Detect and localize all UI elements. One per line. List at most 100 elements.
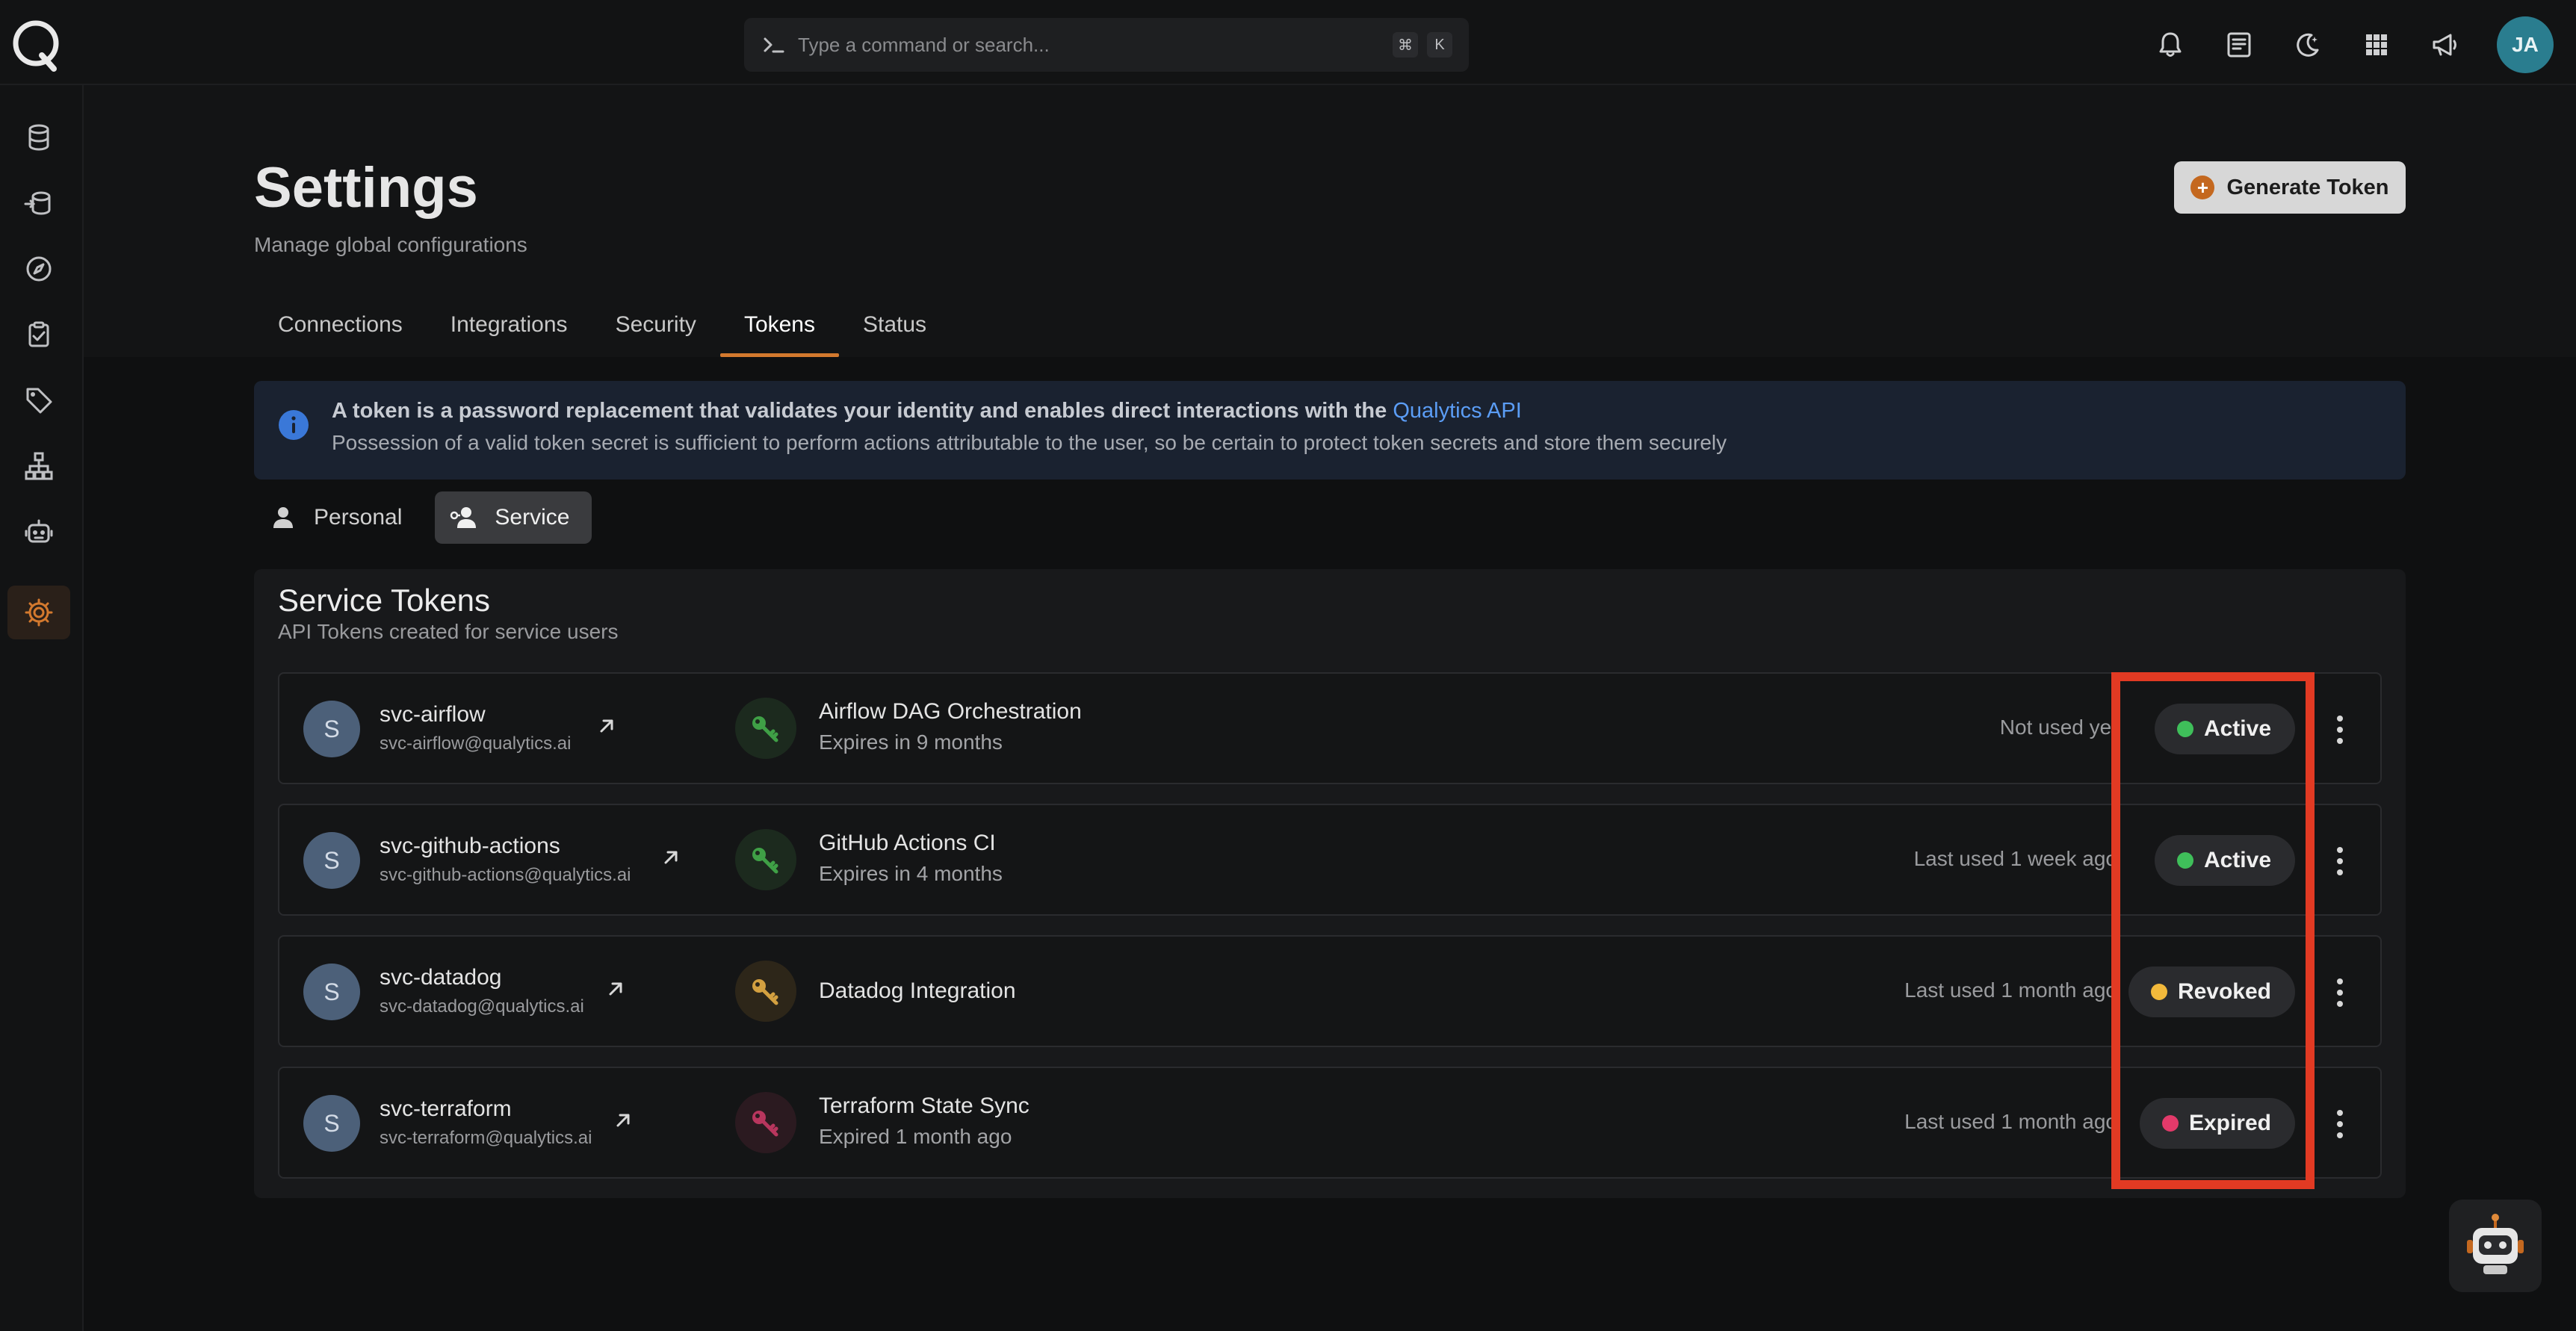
service-user-name: svc-github-actions — [380, 834, 560, 858]
top-bar: Type a command or search... ⌘ K JA — [0, 0, 2576, 85]
more-options-icon[interactable] — [2332, 974, 2347, 1011]
shortcut-cmd-key: ⌘ — [1393, 32, 1418, 58]
sidebar-tags-icon[interactable] — [7, 373, 70, 427]
page-title: Settings — [254, 156, 478, 220]
key-icon — [735, 961, 796, 1022]
sidebar-checks-clipboard-icon[interactable] — [7, 308, 70, 362]
tab-status[interactable]: Status — [839, 299, 950, 357]
status-badge: Active — [2154, 835, 2295, 886]
sidebar-settings-gear-icon[interactable] — [7, 586, 70, 639]
card-title: Service Tokens — [278, 583, 491, 618]
avatar: S — [303, 701, 360, 757]
avatar: S — [303, 1095, 360, 1152]
last-used-text: Last used 1 month ago — [1904, 1110, 2117, 1133]
apps-grid-icon[interactable] — [2359, 28, 2394, 62]
token-expiry: Expires in 9 months — [819, 730, 1003, 754]
key-icon — [735, 698, 796, 759]
search-placeholder: Type a command or search... — [798, 33, 1050, 56]
status-label: Active — [2203, 848, 2271, 872]
settings-tabs: Connections Integrations Security Tokens… — [254, 299, 950, 357]
avatar: S — [303, 964, 360, 1020]
command-search-bar[interactable]: Type a command or search... ⌘ K — [744, 18, 1469, 72]
status-badge: Active — [2154, 704, 2295, 754]
token-name: Datadog Integration — [819, 978, 1016, 1003]
more-options-icon[interactable] — [2332, 711, 2347, 748]
table-row[interactable]: S svc-terraform svc-terraform@qualytics.… — [278, 1067, 2382, 1179]
open-external-arrow-icon[interactable] — [611, 1108, 635, 1132]
token-name: GitHub Actions CI — [819, 831, 996, 855]
left-sidebar — [0, 85, 84, 1331]
service-user-name: svc-terraform — [380, 1096, 512, 1121]
status-dot — [2176, 721, 2193, 737]
last-used-text: Not used yet — [1999, 716, 2117, 739]
key-icon — [735, 1092, 796, 1153]
status-badge: Expired — [2139, 1098, 2295, 1149]
status-dot — [2161, 1115, 2179, 1132]
qualytics-logo-icon[interactable] — [9, 18, 63, 72]
tab-tokens[interactable]: Tokens — [719, 299, 840, 357]
generate-token-label: Generate Token — [2226, 175, 2389, 199]
key-icon — [735, 829, 796, 890]
more-options-icon[interactable] — [2332, 843, 2347, 880]
tab-integrations[interactable]: Integrations — [427, 299, 592, 357]
avatar: S — [303, 832, 360, 889]
status-label: Expired — [2188, 1111, 2271, 1135]
service-label: Service — [495, 505, 570, 530]
sidebar-hierarchy-icon[interactable] — [7, 439, 70, 493]
service-account-icon — [451, 507, 477, 528]
status-dot — [2150, 984, 2167, 1000]
open-external-arrow-icon[interactable] — [604, 977, 628, 1001]
sidebar-agent-robot-icon[interactable] — [7, 505, 70, 559]
terminal-prompt-icon — [764, 37, 784, 53]
plus-icon: + — [2190, 176, 2215, 199]
table-row[interactable]: S svc-airflow svc-airflow@qualytics.ai A… — [278, 672, 2382, 784]
personal-label: Personal — [314, 505, 403, 530]
token-expiry: Expires in 4 months — [819, 862, 1003, 885]
notifications-bell-icon[interactable] — [2153, 28, 2188, 62]
theme-moon-icon[interactable] — [2291, 28, 2325, 62]
sidebar-flows-icon[interactable] — [7, 176, 70, 230]
status-label: Revoked — [2177, 979, 2271, 1004]
info-line-2: Possession of a valid token secret is su… — [332, 431, 1727, 454]
table-row[interactable]: S svc-github-actions svc-github-actions@… — [278, 804, 2382, 916]
service-user-name: svc-datadog — [380, 965, 502, 990]
docs-icon[interactable] — [2222, 28, 2256, 62]
status-badge: Revoked — [2128, 967, 2295, 1017]
user-avatar[interactable]: JA — [2497, 16, 2554, 73]
sidebar-explore-compass-icon[interactable] — [7, 242, 70, 296]
person-icon — [273, 507, 293, 528]
page-subtitle: Manage global configurations — [254, 233, 527, 256]
shortcut-k-key: K — [1427, 32, 1452, 58]
card-subtitle: API Tokens created for service users — [278, 620, 619, 643]
last-used-text: Last used 1 month ago — [1904, 978, 2117, 1002]
tab-security[interactable]: Security — [592, 299, 720, 357]
table-row[interactable]: S svc-datadog svc-datadog@qualytics.ai D… — [278, 935, 2382, 1047]
service-toggle-button[interactable]: Service — [435, 491, 592, 544]
info-line-1: A token is a password replacement that v… — [332, 399, 1522, 423]
last-used-text: Last used 1 week ago — [1913, 847, 2117, 870]
qualytics-api-link[interactable]: Qualytics API — [1393, 399, 1521, 423]
open-external-arrow-icon[interactable] — [595, 714, 619, 738]
open-external-arrow-icon[interactable] — [659, 846, 683, 869]
service-user-email: svc-github-actions@qualytics.ai — [380, 865, 631, 885]
token-name: Airflow DAG Orchestration — [819, 699, 1082, 724]
service-user-email: svc-datadog@qualytics.ai — [380, 996, 584, 1017]
assistant-bot-button[interactable] — [2449, 1200, 2542, 1292]
service-user-email: svc-airflow@qualytics.ai — [380, 733, 572, 754]
tab-connections[interactable]: Connections — [254, 299, 427, 357]
service-user-email: svc-terraform@qualytics.ai — [380, 1128, 592, 1148]
info-icon — [279, 410, 309, 440]
token-info-banner: A token is a password replacement that v… — [254, 381, 2406, 480]
service-tokens-card: Service Tokens API Tokens created for se… — [254, 569, 2406, 1198]
service-user-name: svc-airflow — [380, 702, 486, 727]
sidebar-datastores-icon[interactable] — [7, 111, 70, 164]
token-expiry: Expired 1 month ago — [819, 1125, 1012, 1148]
status-label: Active — [2203, 716, 2271, 741]
generate-token-button[interactable]: + Generate Token — [2174, 161, 2406, 214]
more-options-icon[interactable] — [2332, 1105, 2347, 1143]
token-name: Terraform State Sync — [819, 1093, 1030, 1118]
robot-icon — [2467, 1214, 2524, 1274]
token-type-toggle: Personal Service — [254, 491, 592, 544]
personal-toggle-button[interactable]: Personal — [254, 491, 424, 544]
announcements-megaphone-icon[interactable] — [2428, 28, 2462, 62]
